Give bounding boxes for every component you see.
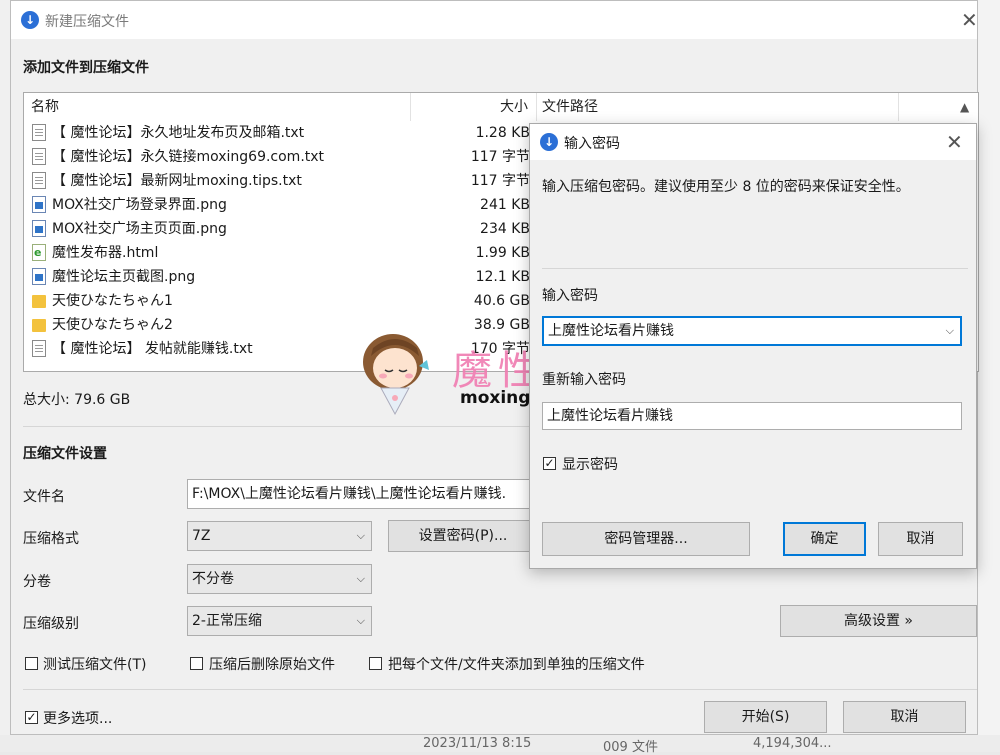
file-size: 117 字节 [470,149,530,165]
file-name: MOX社交广场登录界面.png [52,197,227,213]
title-bar: ↓ 新建压缩文件 ✕ [11,1,978,39]
test-archive-checkbox[interactable] [25,657,38,670]
show-password-label[interactable]: 显示密码 [562,454,618,474]
file-size: 1.28 KB [475,125,530,141]
divider [23,689,977,690]
each-separate-checkbox[interactable] [369,657,382,670]
password-cancel-button[interactable]: 取消 [878,522,963,556]
level-select[interactable]: 2-正常压缩 ⌵ [187,606,372,636]
split-select[interactable]: 不分卷 ⌵ [187,564,372,594]
format-value: 7Z [192,528,211,544]
mascot-girl-logo [355,326,435,416]
file-size: 234 KB [480,221,530,237]
background-type: 009 文件 [603,740,658,755]
chevron-down-icon[interactable]: ⌵ [946,318,954,344]
file-size: 1.99 KB [475,245,530,261]
app-logo-icon: ↓ [21,11,39,29]
file-name: 天使ひなたちゃん2 [52,317,173,333]
file-name: 魔性论坛主页截图.png [52,269,196,285]
close-icon[interactable]: ✕ [946,132,963,152]
folder-icon [32,295,46,308]
advanced-settings-button[interactable]: 高级设置 » [780,605,977,637]
filename-label: 文件名 [23,489,65,505]
chevron-down-icon: ⌵ [356,572,365,585]
window-title: 新建压缩文件 [45,14,129,30]
background-size: 4,194,304... [753,736,832,751]
file-name: 魔性发布器.html [52,245,159,261]
file-name: 【 魔性论坛】 发帖就能赚钱.txt [52,341,253,357]
delete-after-label[interactable]: 压缩后删除原始文件 [209,654,335,674]
folder-icon [32,319,46,332]
background-window-left-edge [0,0,10,752]
background-date: 2023/11/13 8:15 [423,736,532,751]
level-value: 2-正常压缩 [192,613,262,629]
reenter-password-field[interactable]: 上魔性论坛看片赚钱 [542,402,962,430]
html-file-icon [32,241,46,265]
file-size: 241 KB [480,197,530,213]
image-file-icon [32,220,46,237]
file-size: 12.1 KB [475,269,530,285]
password-field[interactable]: 上魔性论坛看片赚钱 ⌵ [542,316,962,346]
app-logo-icon: ↓ [540,133,558,151]
more-options-label[interactable]: 更多选项... [43,708,112,728]
column-header-size[interactable]: 大小 [500,93,528,121]
cancel-button[interactable]: 取消 [843,701,966,733]
file-name: 【 魔性论坛】永久链接moxing69.com.txt [52,149,325,165]
column-separator[interactable] [898,93,899,121]
password-label: 输入密码 [542,288,598,304]
background-window-bottom-strip: 2023/11/13 8:15 009 文件 4,194,304... [0,735,1000,755]
password-description: 输入压缩包密码。建议使用至少 8 位的密码来保证安全性。 [542,179,910,195]
file-size: 117 字节 [470,173,530,189]
text-file-icon [32,124,46,141]
file-size: 40.6 GB [473,293,530,309]
password-dialog-title-bar: ↓ 输入密码 ✕ [530,124,976,160]
test-archive-label[interactable]: 测试压缩文件(T) [43,654,146,674]
password-value: 上魔性论坛看片赚钱 [548,323,674,339]
divider [542,268,968,269]
column-separator[interactable] [536,93,537,121]
archive-settings-heading: 压缩文件设置 [23,446,107,462]
level-label: 压缩级别 [23,616,79,632]
split-label: 分卷 [23,574,51,590]
column-header-path[interactable]: 文件路径 [542,93,598,121]
more-options-checkbox[interactable]: ✓ [25,711,38,724]
password-manager-button[interactable]: 密码管理器... [542,522,750,556]
file-name: 天使ひなたちゃん1 [52,293,173,309]
scroll-up-icon[interactable]: ▲ [960,93,969,121]
file-size: 38.9 GB [473,317,530,333]
column-separator[interactable] [410,93,411,121]
add-files-heading: 添加文件到压缩文件 [23,60,149,76]
text-file-icon [32,172,46,189]
filename-field[interactable]: F:\MOX\上魔性论坛看片赚钱\上魔性论坛看片赚钱. [187,479,537,509]
password-dialog: ↓ 输入密码 ✕ 输入压缩包密码。建议使用至少 8 位的密码来保证安全性。 输入… [529,123,977,569]
format-label: 压缩格式 [23,531,79,547]
total-size: 总大小: 79.6 GB [23,392,131,408]
ok-button[interactable]: 确定 [783,522,866,556]
file-name: 【 魔性论坛】永久地址发布页及邮箱.txt [52,125,305,141]
delete-after-checkbox[interactable] [190,657,203,670]
text-file-icon [32,148,46,165]
each-separate-label[interactable]: 把每个文件/文件夹添加到单独的压缩文件 [388,654,645,674]
file-name: 【 魔性论坛】最新网址moxing.tips.txt [52,173,302,189]
text-file-icon [32,340,46,357]
file-name: MOX社交广场主页页面.png [52,221,227,237]
chevron-down-icon: ⌵ [356,529,365,542]
set-password-button[interactable]: 设置密码(P)... [388,520,538,552]
start-button[interactable]: 开始(S) [704,701,827,733]
chevron-down-icon: ⌵ [356,614,365,627]
show-password-checkbox[interactable]: ✓ [543,457,556,470]
password-dialog-title: 输入密码 [564,136,620,152]
reenter-password-label: 重新输入密码 [542,372,626,388]
image-file-icon [32,268,46,285]
background-window-right-edge [978,0,1000,752]
image-file-icon [32,196,46,213]
split-value: 不分卷 [192,571,234,587]
column-header-name[interactable]: 名称 [31,93,59,121]
close-icon[interactable]: ✕ [961,10,978,30]
format-select[interactable]: 7Z ⌵ [187,521,372,551]
